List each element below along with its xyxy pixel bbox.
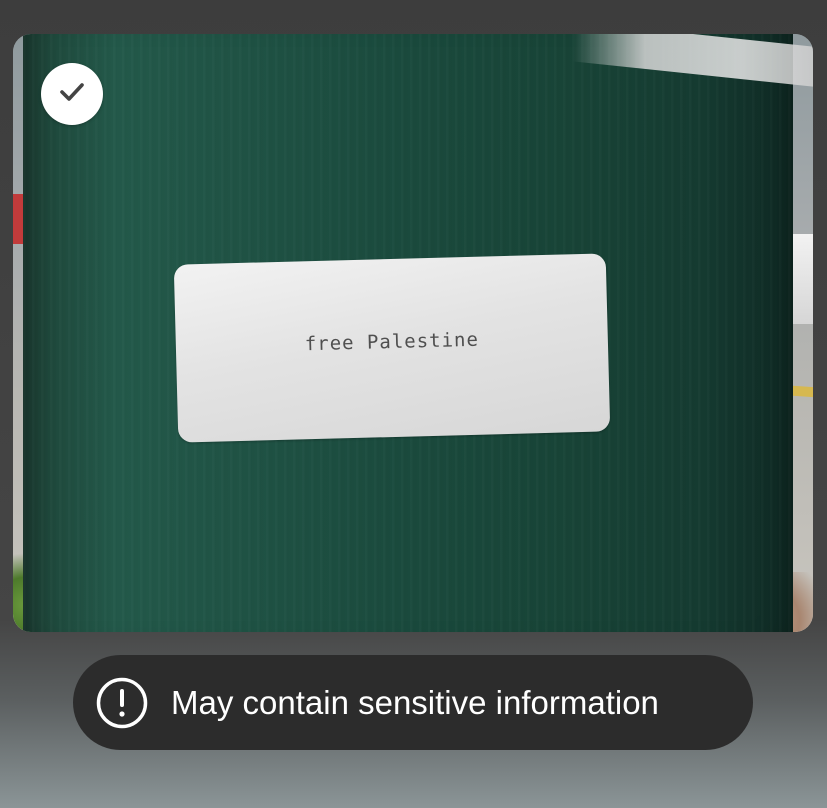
check-icon	[55, 75, 89, 114]
sensitive-info-text: May contain sensitive information	[171, 683, 659, 721]
select-toggle-button[interactable]	[41, 63, 103, 125]
sticker-text: free Palestine	[304, 328, 480, 356]
exclamation-circle-icon	[95, 676, 149, 730]
photo-preview[interactable]: free Palestine	[13, 34, 813, 632]
sensitive-info-banner[interactable]: May contain sensitive information	[73, 655, 753, 750]
sticker: free Palestine	[173, 253, 611, 443]
